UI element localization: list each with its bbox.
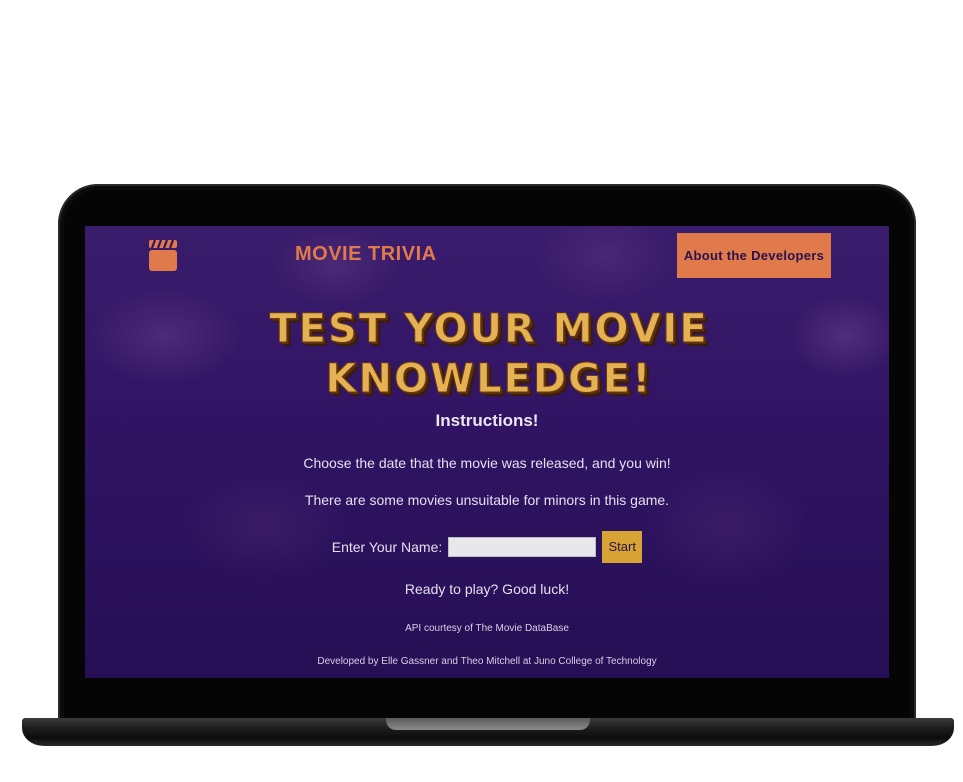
developer-credit: Developed by Elle Gassner and Theo Mitch…	[317, 656, 657, 667]
hero-title: TEST YOUR MOVIE KNOWLEDGE!	[269, 306, 709, 403]
trivia-app-screen: MOVIE TRIVIA About the Developers TEST Y…	[85, 226, 889, 678]
api-credit: API courtesy of The Movie DataBase	[405, 623, 569, 634]
laptop-mockup: MOVIE TRIVIA About the Developers TEST Y…	[0, 0, 963, 782]
instructions-line-2: There are some movies unsuitable for min…	[304, 492, 670, 508]
name-input[interactable]	[448, 537, 597, 557]
app-brand-title[interactable]: MOVIE TRIVIA	[295, 243, 437, 266]
instructions-heading: Instructions!	[435, 411, 539, 430]
start-button[interactable]: Start	[602, 531, 643, 563]
instructions-line-1: Choose the date that the movie was relea…	[303, 455, 671, 471]
ready-text: Ready to play? Good luck!	[404, 581, 570, 597]
clapperboard-icon[interactable]	[148, 238, 178, 272]
name-label: Enter Your Name:	[331, 539, 443, 555]
laptop-notch	[386, 718, 590, 730]
name-form: Enter Your Name: Start	[85, 531, 889, 563]
about-developers-button[interactable]: About the Developers	[677, 233, 831, 278]
